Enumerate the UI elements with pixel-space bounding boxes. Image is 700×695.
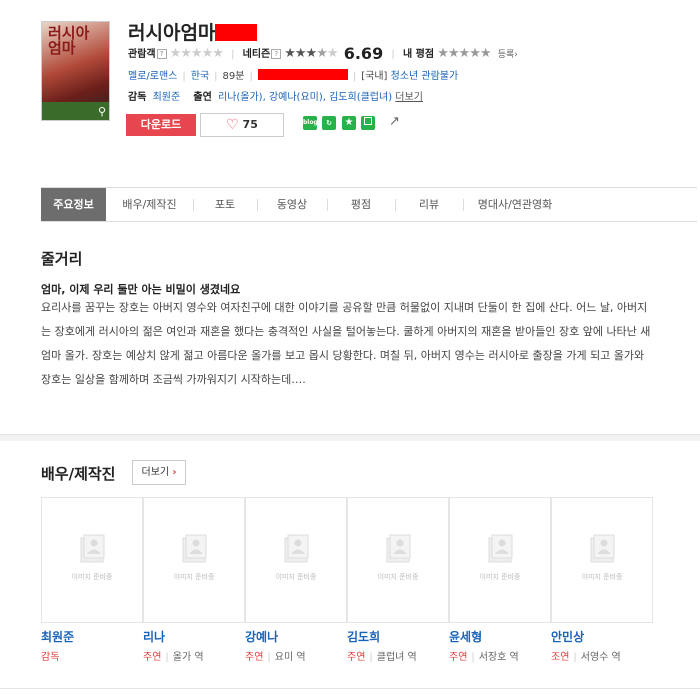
crew-heading: 배우/제작진	[41, 465, 116, 483]
info-row: 멜로/로맨스 | 한국 | 89분 | | [국내] 청소년 관람불가	[128, 69, 459, 82]
role-type: 감독	[41, 652, 60, 663]
my-rating-stars[interactable]: ★★★★★	[437, 46, 491, 61]
crew-name-link[interactable]: 강예나	[245, 628, 278, 645]
runtime: 89분	[222, 71, 245, 82]
netizen-stars: ★★★★★	[284, 46, 338, 61]
synopsis-body: 요리사를 꿈꾸는 장호는 아버지 영수와 여자친구에 대한 이야기를 공유할 만…	[41, 301, 651, 386]
director-link[interactable]: 최원준	[153, 92, 181, 103]
crew-card[interactable]: 이미지 준비중	[551, 497, 653, 623]
heart-icon: ♡	[226, 117, 239, 133]
chevron-right-icon: ›	[172, 467, 177, 478]
my-rating-label: 내 평점	[402, 49, 435, 60]
crew-role: 주연 | 서장호 역	[449, 652, 519, 663]
age-rating-link[interactable]: 청소년 관람불가	[391, 71, 459, 82]
crew-role: 주연 | 클럽녀 역	[347, 652, 417, 663]
help-icon[interactable]: ?	[156, 49, 167, 59]
character-name: 서장호 역	[478, 652, 519, 663]
genre-link[interactable]: 멜로/로맨스	[128, 71, 177, 82]
character-name: 클럽녀 역	[376, 652, 417, 663]
crew-card[interactable]: 이미지 준비중	[143, 497, 245, 623]
crew-role: 감독	[41, 648, 59, 663]
character-name: 올가 역	[172, 652, 204, 663]
crew-role: 주연 | 올가 역	[143, 652, 204, 663]
movie-title-text: 러시아엄마	[128, 23, 216, 44]
section-divider	[0, 434, 700, 441]
crew-name-link[interactable]: 김도희	[347, 628, 380, 645]
tab-rating[interactable]: 평점	[327, 188, 395, 221]
placeholder-text: 이미지 준비중	[173, 573, 215, 581]
crew-card[interactable]: 이미지 준비중	[41, 497, 143, 623]
redacted-block	[215, 24, 258, 41]
image-placeholder-icon	[386, 534, 411, 563]
placeholder-text: 이미지 준비중	[275, 573, 317, 581]
crew-card[interactable]: 이미지 준비중	[245, 497, 347, 623]
frame-share-icon[interactable]	[361, 116, 375, 130]
crew-role: 조연 | 서영수 역	[551, 652, 621, 663]
help-icon[interactable]: ?	[271, 49, 282, 59]
country-link[interactable]: 한국	[191, 71, 209, 82]
tab-bar: 주요정보 배우/제작진 포토 동영상 평점 리뷰 명대사/연관영화	[41, 187, 697, 222]
credits-row: 감독 최원준 출연 리나(올가), 강예나(요미), 김도희(클럽녀) 더보기	[128, 88, 423, 103]
character-name: 요미 역	[274, 652, 306, 663]
bottom-divider	[0, 688, 700, 689]
character-name: 서영수 역	[580, 652, 621, 663]
share-icon[interactable]: ↗	[389, 114, 400, 129]
band-share-icon[interactable]: ↻	[322, 116, 336, 130]
star-share-icon[interactable]: ★	[342, 116, 356, 130]
ratings-row: 관람객? ★★★★★ | 네티즌? ★★★★★ 6.69 | 내 평점 ★★★★★ …	[128, 44, 518, 63]
director-label: 감독	[128, 92, 147, 103]
cast-more-link[interactable]: 더보기	[395, 92, 423, 103]
poster-zoom-icon[interactable]: ⚲	[98, 105, 106, 118]
cast-links[interactable]: 리나(올가), 강예나(요미), 김도희(클럽녀)	[218, 92, 392, 103]
tab-review[interactable]: 리뷰	[395, 188, 463, 221]
role-type: 주연	[143, 652, 162, 663]
audience-stars: ★★★★★	[169, 46, 224, 61]
netizen-label: 네티즌	[242, 49, 271, 60]
download-button[interactable]: 다운로드	[126, 114, 196, 136]
crew-name-link[interactable]: 안민상	[551, 628, 584, 645]
image-placeholder-icon	[590, 534, 615, 563]
redacted-block	[257, 69, 348, 80]
crew-name-link[interactable]: 리나	[143, 628, 165, 645]
blog-share-icon[interactable]: blog	[303, 116, 318, 130]
like-count: 75	[242, 118, 258, 131]
synopsis-tagline: 엄마, 이제 우리 둘만 아는 비밀이 생겼네요	[41, 283, 241, 296]
movie-title: 러시아엄마	[128, 18, 258, 45]
audience-label: 관람객	[128, 49, 156, 60]
image-placeholder-icon	[80, 534, 105, 563]
role-type: 주연	[449, 652, 468, 663]
tab-cast-crew[interactable]: 배우/제작진	[106, 188, 193, 221]
register-link[interactable]: 등록›	[498, 50, 518, 60]
role-type: 조연	[551, 652, 570, 663]
role-type: 주연	[347, 652, 366, 663]
placeholder-text: 이미지 준비중	[377, 573, 419, 581]
crew-card[interactable]: 이미지 준비중	[449, 497, 551, 623]
crew-more-button[interactable]: 더보기 ›	[132, 460, 186, 485]
tab-video[interactable]: 동영상	[257, 188, 327, 221]
netizen-score: 6.69	[343, 44, 384, 63]
image-placeholder-icon	[182, 534, 207, 563]
rating-prefix: [국내]	[361, 71, 388, 82]
placeholder-text: 이미지 준비중	[479, 573, 521, 581]
placeholder-text: 이미지 준비중	[581, 573, 623, 581]
image-placeholder-icon	[284, 534, 309, 563]
crew-card[interactable]: 이미지 준비중	[347, 497, 449, 623]
poster-title: 러시아 엄마	[48, 24, 90, 57]
crew-name-link[interactable]: 윤세형	[449, 628, 482, 645]
tab-main-info[interactable]: 주요정보	[41, 188, 106, 221]
image-placeholder-icon	[488, 534, 513, 563]
cast-label: 출연	[193, 92, 212, 103]
synopsis-heading: 줄거리	[41, 250, 83, 268]
tab-quotes-related[interactable]: 명대사/연관영화	[463, 188, 567, 221]
tab-photo[interactable]: 포토	[193, 188, 257, 221]
placeholder-text: 이미지 준비중	[71, 573, 113, 581]
crew-name-link[interactable]: 최원준	[41, 628, 74, 645]
like-button[interactable]: ♡ 75	[200, 113, 284, 137]
movie-poster[interactable]: 러시아 엄마 ⚲	[41, 21, 110, 121]
crew-role: 주연 | 요미 역	[245, 652, 306, 663]
role-type: 주연	[245, 652, 264, 663]
